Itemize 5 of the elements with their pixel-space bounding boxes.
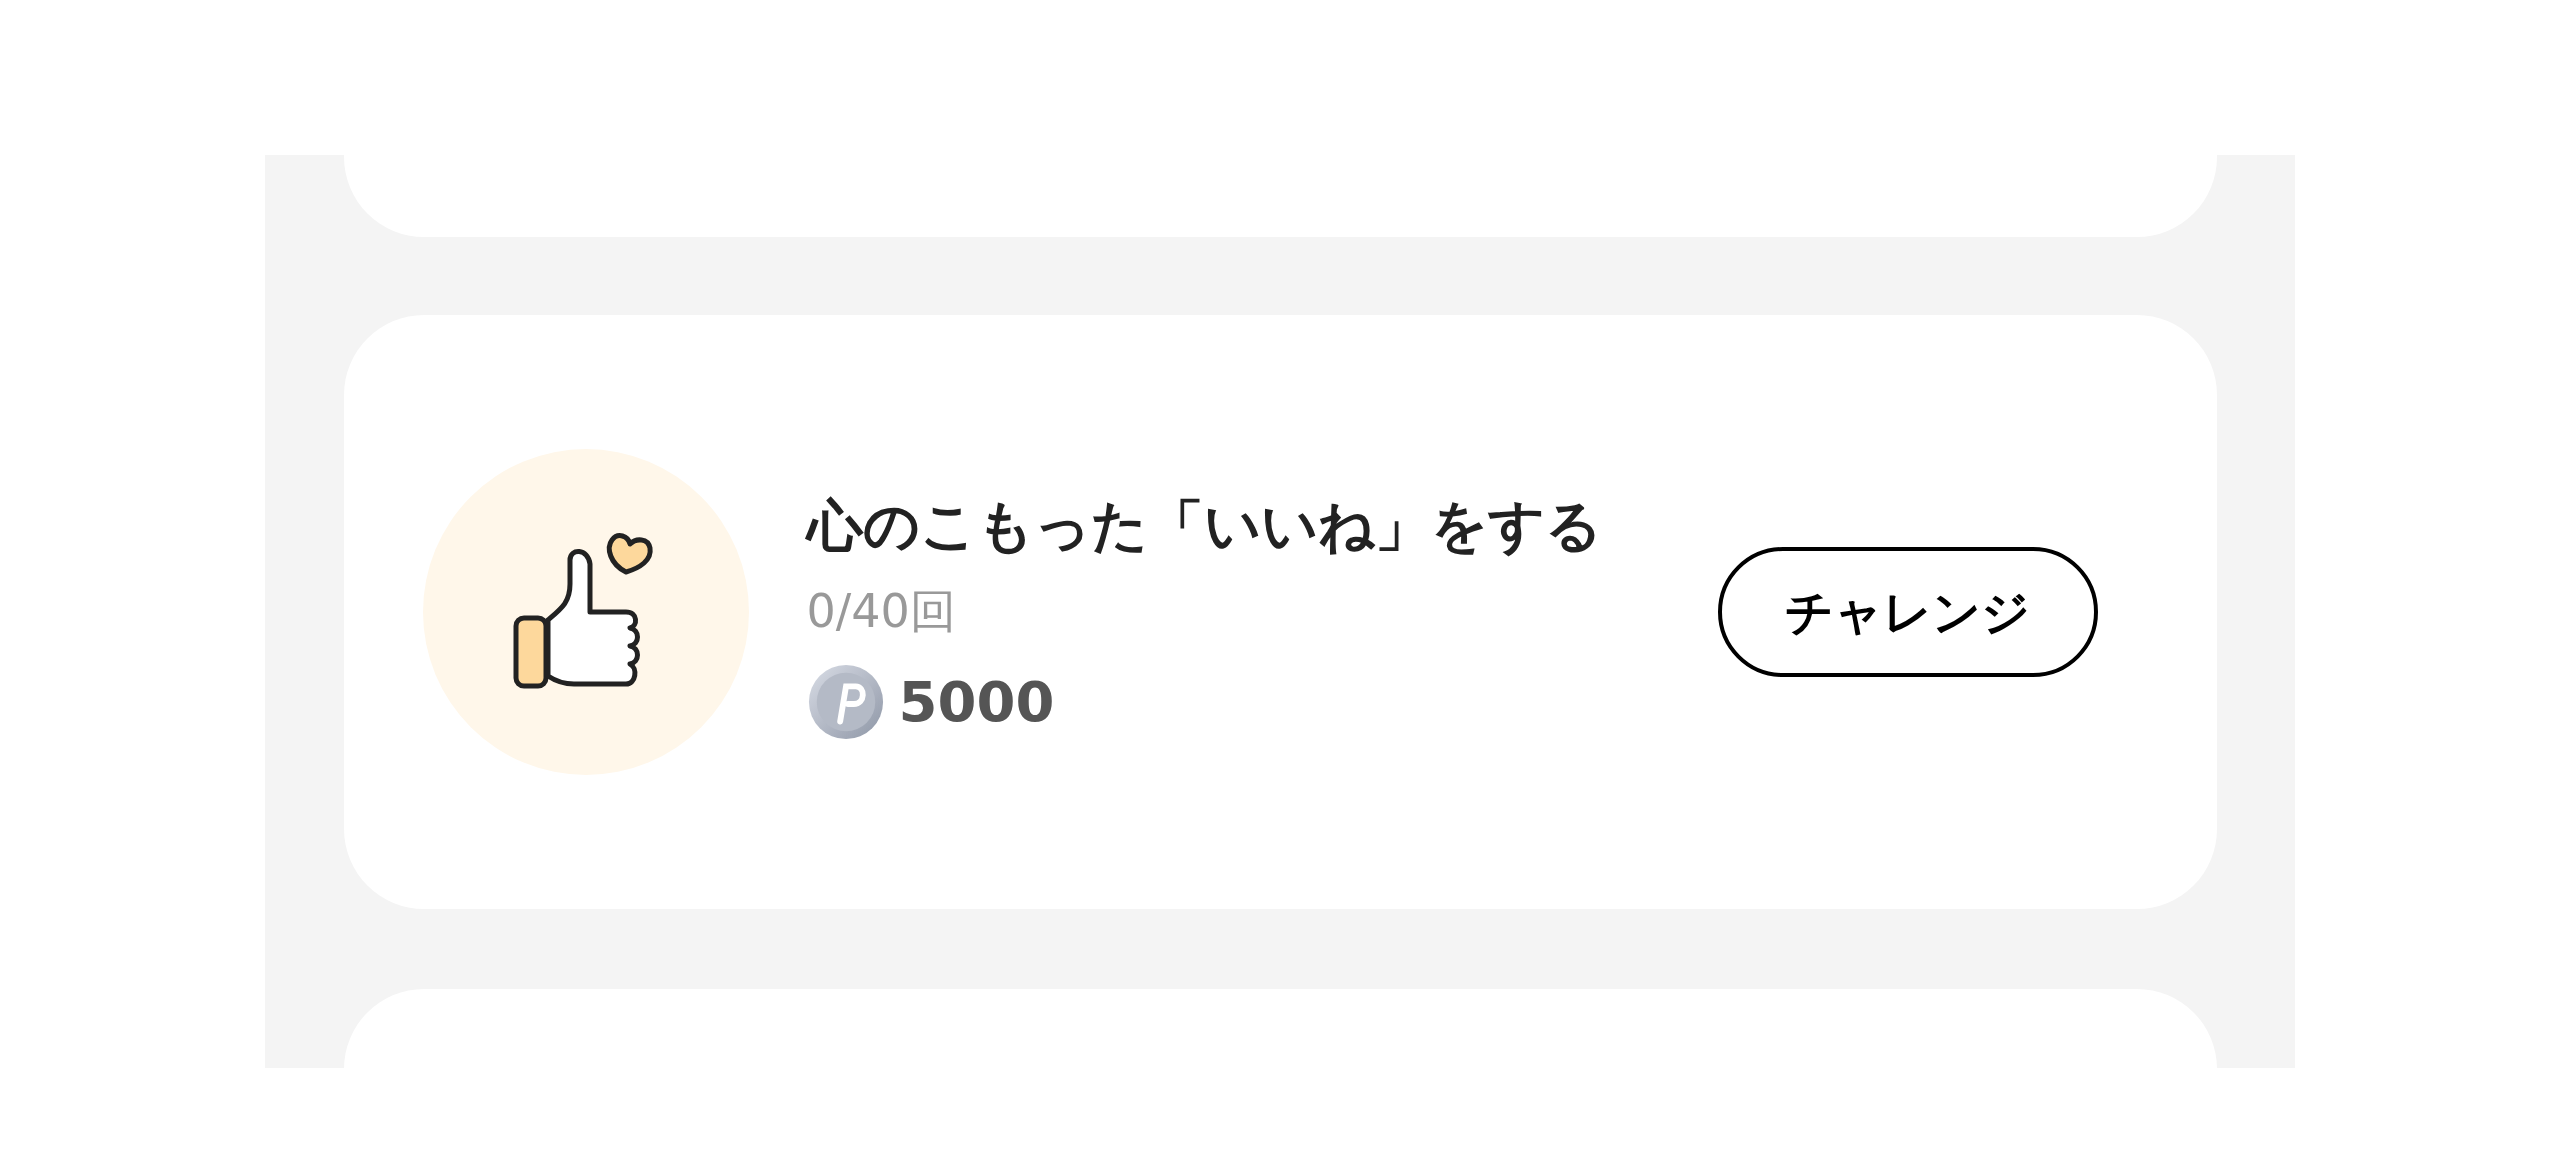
progress-count: 0/40回 bbox=[806, 583, 957, 640]
reward-points: 5000 bbox=[898, 668, 1055, 736]
coin-icon bbox=[806, 663, 885, 741]
challenge-button[interactable]: チャレンジ bbox=[1717, 547, 2098, 677]
mission-title: 心のこもった「いいね」をする bbox=[806, 492, 1603, 560]
